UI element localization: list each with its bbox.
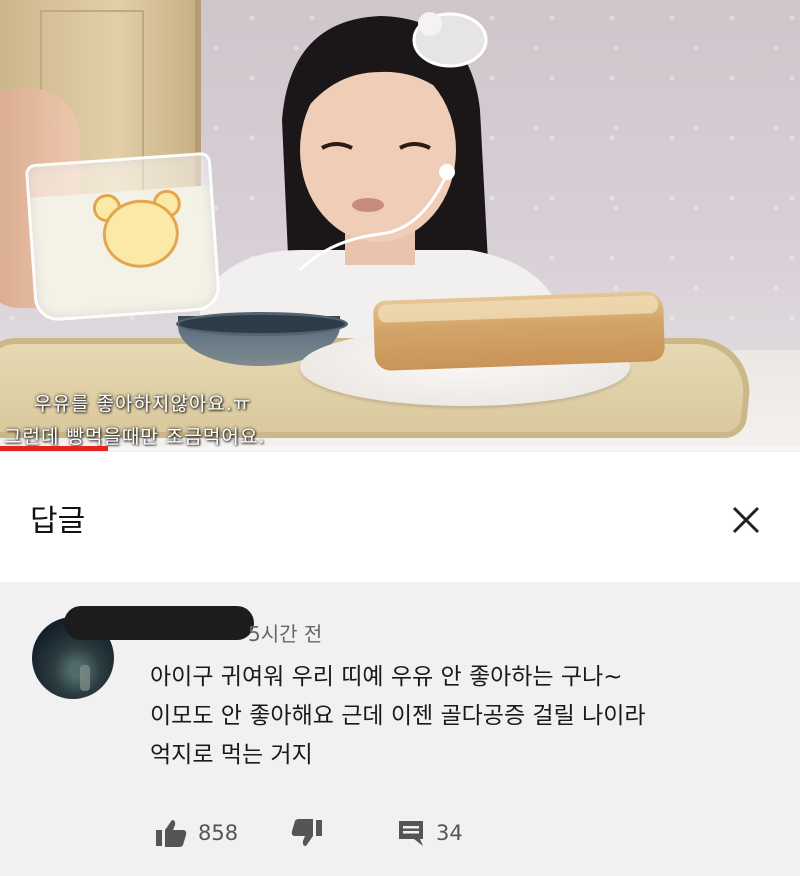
comment-line: 이모도 안 좋아해요 근데 이젠 골다공증 걸릴 나이라 [150,703,646,729]
video-subtitle-line-1: 우유를 좋아하지않아요.ㅠ [34,393,252,415]
close-icon[interactable] [726,500,766,540]
comment-actions: 858 34 [150,818,750,858]
author-name-redacted [64,606,254,640]
video-player[interactable]: 우유를 좋아하지않아요.ㅠ 그런데 빵먹을때만 조금먹어요. [0,0,800,452]
replies-header: 답글 [0,452,800,582]
video-progress-bar[interactable] [0,446,800,451]
comment-timestamp: 5시간 전 [248,622,323,646]
comment-line: 아이구 귀여워 우리 띠예 우유 안 좋아하는 구나~ [150,664,623,690]
like-count: 858 [198,821,239,845]
video-subtitle-line-2: 그런데 빵먹을때만 조금먹어요. [4,426,266,448]
replies-title: 답글 [30,504,86,539]
milk-glass [24,151,222,323]
bowl-rim [176,312,348,336]
reply-count-button[interactable]: 34 [396,818,463,848]
thumbs-down-icon [291,819,322,846]
comment-text: 아이구 귀여워 우리 띠예 우유 안 좋아하는 구나~ 이모도 안 좋아해요 근… [150,658,780,775]
reply-count: 34 [436,821,463,845]
thumbs-up-icon [156,820,187,847]
comment-line: 억지로 먹는 거지 [150,742,313,768]
video-progress-fill [0,446,108,451]
dislike-button[interactable] [290,818,324,848]
like-button[interactable]: 858 [154,818,238,848]
comment: 5시간 전 아이구 귀여워 우리 띠예 우유 안 좋아하는 구나~ 이모도 안 … [0,582,800,876]
comment-icon [399,821,423,846]
